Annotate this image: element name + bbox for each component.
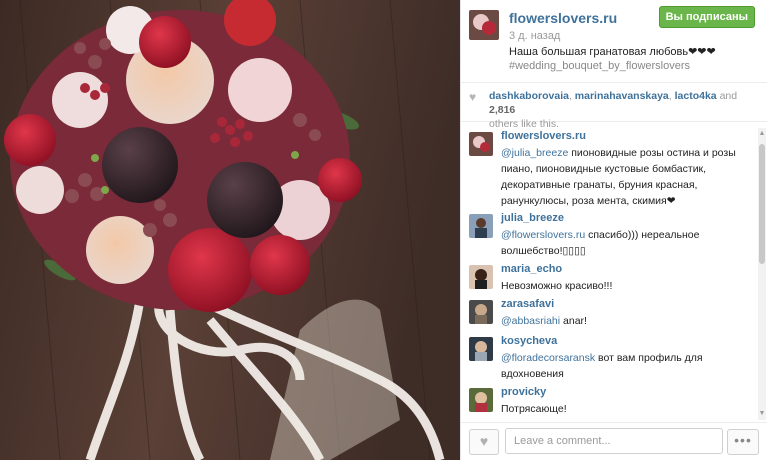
commenter-username[interactable]: zarasafavi (501, 298, 554, 310)
comments-scrollbar[interactable]: ▲ ▼ (758, 128, 766, 420)
following-button[interactable]: Вы подписаны (658, 6, 755, 28)
commenter-avatar[interactable] (469, 265, 493, 289)
comment-body: Потрясающе! (501, 403, 567, 415)
scroll-down-icon[interactable]: ▼ (758, 410, 766, 418)
comments-list: flowerslovers.ru @julia_breeze пионовидн… (461, 126, 767, 422)
liker-username[interactable]: marinahavanskaya (575, 90, 669, 102)
like-button[interactable]: ♥ (469, 429, 499, 455)
likes-count[interactable]: 2,816 (489, 104, 515, 116)
comment-mention[interactable]: @abbasriahi (501, 315, 560, 327)
comment-mention[interactable]: @julia_breeze (501, 147, 568, 159)
likes-and-text: and (719, 90, 738, 102)
commenter-avatar[interactable] (469, 132, 493, 156)
comment-footer: ♥ ••• (461, 422, 767, 460)
heart-icon: ♥ (479, 433, 489, 449)
comment-item: provicky Потрясающе! (469, 386, 751, 418)
liker-username[interactable]: dashkaborovaia (489, 90, 569, 102)
comment-item: flowerslovers.ru @julia_breeze пионовидн… (469, 130, 751, 210)
commenter-avatar[interactable] (469, 337, 493, 361)
comment-mention[interactable]: @flowerslovers.ru (501, 229, 585, 241)
comment-item: julia_breeze @flowerslovers.ru спасибо))… (469, 212, 751, 260)
post-age[interactable]: 3 д. назад (509, 30, 560, 42)
comment-text: Невозможно красиво!!! (501, 278, 746, 294)
scroll-up-icon[interactable]: ▲ (758, 130, 766, 138)
post-header: flowerslovers.ru 3 д. назад Наша большая… (469, 6, 761, 74)
comment-text: @floradecorsaransk вот вам профиль для в… (501, 350, 746, 382)
comment-mention[interactable]: @floradecorsaransk (501, 352, 595, 364)
comment-item: maria_echo Невозможно красиво!!! (469, 263, 751, 295)
comment-input[interactable] (505, 428, 723, 454)
author-username[interactable]: flowerslovers.ru (509, 10, 617, 26)
commenter-username[interactable]: provicky (501, 386, 546, 398)
comment-item: zarasafavi @abbasriahi anar! (469, 298, 751, 330)
commenter-username[interactable]: julia_breeze (501, 212, 564, 224)
heart-icon: ♥ (469, 90, 477, 104)
commenter-avatar[interactable] (469, 388, 493, 412)
commenter-username[interactable]: maria_echo (501, 263, 562, 275)
comment-body: Невозможно красиво!!! (501, 280, 613, 292)
comment-text: @abbasriahi anar! (501, 313, 746, 329)
post-hashtag[interactable]: #wedding_bouquet_by_flowerslovers (509, 60, 690, 72)
more-options-button[interactable]: ••• (727, 429, 759, 455)
author-avatar[interactable] (469, 10, 499, 40)
scrollbar-thumb[interactable] (759, 144, 765, 264)
post-detail-panel: flowerslovers.ru 3 д. назад Наша большая… (460, 0, 768, 460)
post-caption: Наша большая гранатовая любовь❤❤❤ (509, 46, 716, 58)
post-photo (0, 0, 460, 460)
commenter-avatar[interactable] (469, 300, 493, 324)
commenter-username[interactable]: flowerslovers.ru (501, 130, 586, 142)
comment-body: anar! (560, 315, 587, 327)
commenter-avatar[interactable] (469, 214, 493, 238)
commenter-username[interactable]: kosycheva (501, 335, 557, 347)
liker-username[interactable]: lacto4ka (675, 90, 717, 102)
comment-text: @flowerslovers.ru спасибо))) нереальное … (501, 227, 746, 259)
comment-item: kosycheva @floradecorsaransk вот вам про… (469, 335, 751, 383)
likes-summary: ♥ dashkaborovaia, marinahavanskaya, lact… (461, 82, 767, 130)
comment-text: @julia_breeze пионовидные розы остина и … (501, 145, 746, 209)
comment-text: Потрясающе! (501, 401, 746, 417)
